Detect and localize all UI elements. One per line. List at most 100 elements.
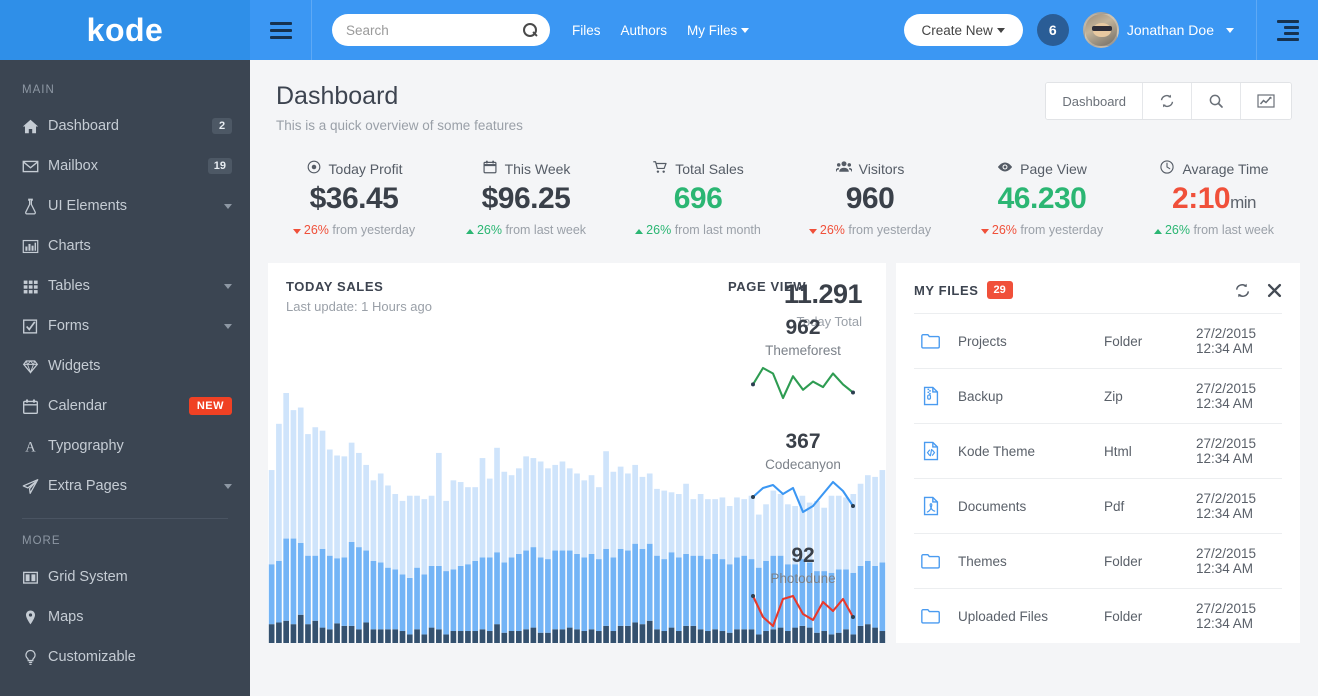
nav-link-authors[interactable]: Authors bbox=[621, 23, 668, 38]
envelope-icon bbox=[22, 158, 48, 175]
search-input[interactable] bbox=[346, 23, 523, 38]
stat-card-today-profit: Today Profit$36.4526% from yesterday bbox=[268, 159, 440, 237]
sidebar-item-extra-pages[interactable]: Extra Pages bbox=[0, 466, 250, 506]
flask-icon bbox=[22, 198, 39, 215]
header-dashboard-button[interactable]: Dashboard bbox=[1046, 83, 1143, 119]
stat-card-this-week: This Week$96.2526% from last week bbox=[440, 159, 612, 237]
eye-icon bbox=[997, 159, 1013, 175]
nav-link-my-files[interactable]: My Files bbox=[687, 23, 749, 38]
header-search-button[interactable] bbox=[1192, 83, 1241, 119]
page-view-items: 962Themeforest367Codecanyon92Photodune bbox=[728, 316, 878, 636]
zip-file-icon bbox=[920, 385, 942, 407]
refresh-icon bbox=[1234, 282, 1251, 299]
paper-plane-icon bbox=[22, 478, 39, 495]
sidebar-item-charts[interactable]: Charts bbox=[0, 226, 250, 266]
sidebar: MAINDashboard2Mailbox19UI ElementsCharts… bbox=[0, 60, 250, 696]
nav-link-my-files-label: My Files bbox=[687, 23, 737, 38]
stat-value: $96.25 bbox=[440, 182, 612, 216]
sidebar-item-typography[interactable]: ATypography bbox=[0, 426, 250, 466]
folder-icon bbox=[920, 330, 958, 352]
table-row[interactable]: ThemesFolder27/2/2015 12:34 AM bbox=[914, 533, 1282, 588]
my-files-close-button[interactable] bbox=[1267, 283, 1282, 298]
file-name: Kode Theme bbox=[958, 444, 1104, 459]
stat-label: Total Sales bbox=[675, 161, 743, 177]
arrow-up-icon bbox=[1154, 229, 1162, 234]
create-new-button[interactable]: Create New bbox=[904, 14, 1023, 46]
my-files-header: MY FILES 29 bbox=[896, 263, 1300, 299]
right-panel-toggle-button[interactable] bbox=[1256, 0, 1318, 60]
sidebar-toggle-button[interactable] bbox=[250, 0, 312, 60]
grid-icon bbox=[22, 278, 39, 295]
letter-a-icon: A bbox=[22, 438, 48, 455]
sidebar-item-customizable[interactable]: Customizable bbox=[0, 637, 250, 677]
sidebar-item-ui-elements[interactable]: UI Elements bbox=[0, 186, 250, 226]
sidebar-item-grid-system[interactable]: Grid System bbox=[0, 557, 250, 597]
table-row[interactable]: Uploaded FilesFolder27/2/2015 12:34 AM bbox=[914, 588, 1282, 643]
sidebar-item-label: Charts bbox=[48, 238, 232, 254]
bar-chart-icon bbox=[22, 238, 39, 255]
clock-icon bbox=[1159, 159, 1175, 178]
map-marker-icon bbox=[22, 609, 48, 626]
sidebar-item-mailbox[interactable]: Mailbox19 bbox=[0, 146, 250, 186]
stat-card-avarage-time: Avarage Time2:10min26% from last week bbox=[1128, 159, 1300, 237]
table-row[interactable]: Kode ThemeHtml27/2/2015 12:34 AM bbox=[914, 423, 1282, 478]
eye-icon bbox=[997, 159, 1013, 178]
page-title: Dashboard bbox=[276, 82, 523, 111]
refresh-icon bbox=[1159, 93, 1175, 109]
chevron-down-icon bbox=[224, 484, 232, 489]
cart-icon bbox=[652, 159, 668, 178]
sidebar-item-new-badge: NEW bbox=[189, 397, 232, 415]
sidebar-item-widgets[interactable]: Widgets bbox=[0, 346, 250, 386]
table-row[interactable]: BackupZip27/2/2015 12:34 AM bbox=[914, 368, 1282, 423]
sidebar-item-calendar[interactable]: CalendarNEW bbox=[0, 386, 250, 426]
my-files-refresh-button[interactable] bbox=[1234, 282, 1251, 299]
file-date: 27/2/2015 12:34 AM bbox=[1196, 546, 1276, 576]
my-files-title: MY FILES bbox=[914, 283, 979, 298]
stat-delta-text: from last week bbox=[505, 223, 586, 237]
toggle-line bbox=[1277, 20, 1299, 23]
sparkline-themeforest bbox=[728, 364, 878, 408]
code-file-icon bbox=[920, 440, 958, 462]
table-row[interactable]: ProjectsFolder27/2/2015 12:34 AM bbox=[914, 313, 1282, 368]
folder-icon bbox=[920, 330, 942, 352]
sparkline-svg bbox=[744, 364, 862, 402]
toggle-line bbox=[1284, 26, 1299, 29]
notification-badge[interactable]: 6 bbox=[1037, 14, 1069, 46]
sidebar-item-tables[interactable]: Tables bbox=[0, 266, 250, 306]
user-menu[interactable]: Jonathan Doe bbox=[1083, 12, 1234, 48]
stat-header: Today Profit bbox=[268, 159, 440, 178]
header-refresh-button[interactable] bbox=[1143, 83, 1192, 119]
sidebar-section-label-main: MAIN bbox=[0, 68, 250, 106]
toggle-line bbox=[1284, 32, 1299, 35]
sidebar-item-label: Mailbox bbox=[48, 158, 208, 174]
chevron-down-icon bbox=[224, 284, 232, 289]
top-nav-links: Files Authors My Files bbox=[572, 23, 749, 38]
search-icon bbox=[523, 23, 538, 38]
chevron-down-icon bbox=[224, 204, 232, 209]
table-row[interactable]: DocumentsPdf27/2/2015 12:34 AM bbox=[914, 478, 1282, 533]
stat-value: 46.230 bbox=[956, 182, 1128, 216]
sidebar-item-label: UI Elements bbox=[48, 198, 218, 214]
sidebar-item-badge: 19 bbox=[208, 158, 232, 174]
sidebar-item-dashboard[interactable]: Dashboard2 bbox=[0, 106, 250, 146]
hamburger-line bbox=[270, 36, 292, 39]
sidebar-item-label: Grid System bbox=[48, 569, 232, 585]
sidebar-item-label: Widgets bbox=[48, 358, 232, 374]
stat-delta-value: 26% bbox=[646, 223, 671, 237]
sidebar-item-forms[interactable]: Forms bbox=[0, 306, 250, 346]
page-view-label: Photodune bbox=[728, 571, 878, 586]
stat-label: Visitors bbox=[859, 161, 905, 177]
sidebar-item-maps[interactable]: Maps bbox=[0, 597, 250, 637]
grid-icon bbox=[22, 278, 48, 295]
avatar bbox=[1083, 12, 1119, 48]
folder-icon bbox=[920, 605, 942, 627]
stat-delta: 26% from last week bbox=[1128, 223, 1300, 237]
stat-delta-value: 26% bbox=[820, 223, 845, 237]
arrow-down-icon bbox=[293, 229, 301, 234]
header-chart-button[interactable] bbox=[1241, 83, 1291, 119]
page-view-section: PAGE VIEW 962Themeforest367Codecanyon92P… bbox=[728, 263, 878, 636]
nav-link-files[interactable]: Files bbox=[572, 23, 601, 38]
brand-logo[interactable]: kode bbox=[0, 0, 250, 60]
file-type: Folder bbox=[1104, 334, 1196, 349]
search-box[interactable] bbox=[332, 14, 550, 46]
